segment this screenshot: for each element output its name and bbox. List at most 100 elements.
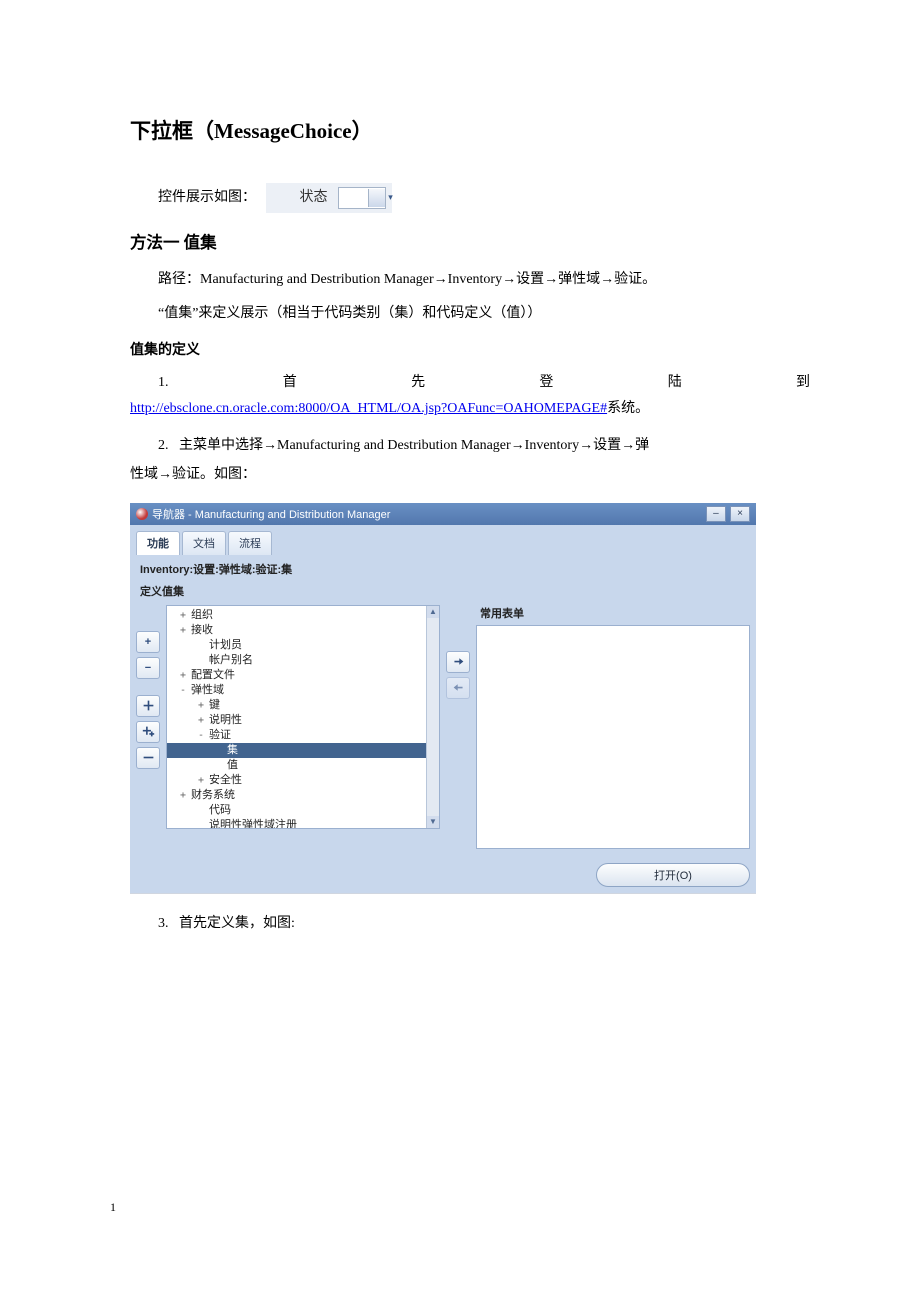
step2-num: 2. bbox=[158, 438, 169, 453]
tree-row[interactable]: -弹性域 bbox=[167, 683, 426, 698]
tree-panel: +组织+接收计划员帐户别名+配置文件-弹性域+键+说明性-验证集值+安全性+财务… bbox=[166, 605, 440, 829]
arrow-right-icon: → bbox=[158, 465, 172, 481]
tree-row[interactable]: 集 bbox=[167, 743, 426, 758]
path-seg2: Inventory bbox=[448, 272, 502, 287]
step1-w1: 首 bbox=[283, 371, 297, 395]
status-dropdown[interactable]: ▾ bbox=[338, 187, 386, 209]
collapse-all-button[interactable] bbox=[136, 747, 160, 769]
status-control: 状态 ▾ bbox=[266, 183, 392, 213]
move-right-button[interactable] bbox=[446, 651, 470, 673]
tab-process[interactable]: 流程 bbox=[228, 531, 272, 555]
tree-label: 组织 bbox=[191, 608, 213, 623]
scroll-down-icon[interactable]: ▼ bbox=[427, 816, 439, 828]
collapse-icon[interactable]: - bbox=[179, 683, 187, 698]
page-title: 下拉框（MessageChoice） bbox=[130, 115, 810, 145]
tree-label: 计划员 bbox=[209, 638, 242, 653]
step2-seg2: Inventory bbox=[525, 438, 579, 453]
tree-label: 配置文件 bbox=[191, 668, 235, 683]
collapse-icon[interactable]: - bbox=[197, 728, 205, 743]
arrow-right-icon: → bbox=[434, 270, 448, 286]
window-titlebar: 导航器 - Manufacturing and Distribution Man… bbox=[130, 503, 756, 525]
left-button-group: + − bbox=[136, 631, 160, 769]
path-seg3: 设置 bbox=[516, 272, 544, 287]
minimize-button[interactable]: – bbox=[706, 506, 726, 522]
step1-w5: 到 bbox=[796, 371, 810, 395]
window-title: 导航器 - Manufacturing and Distribution Man… bbox=[152, 506, 390, 522]
chevron-down-icon: ▾ bbox=[368, 189, 385, 207]
method-heading: 方法一 值集 bbox=[130, 229, 810, 253]
minus-button[interactable]: − bbox=[136, 657, 160, 679]
transfer-button-group bbox=[446, 651, 470, 699]
tree-row[interactable]: + 组织 bbox=[167, 608, 426, 623]
tree-row[interactable]: 值 bbox=[167, 758, 426, 773]
scrollbar[interactable]: ▲ ▼ bbox=[426, 606, 439, 828]
expand-one-button[interactable] bbox=[136, 695, 160, 717]
tree-row[interactable]: -验证 bbox=[167, 728, 426, 743]
tree-row[interactable]: + 配置文件 bbox=[167, 668, 426, 683]
app-icon bbox=[136, 508, 148, 520]
step1-num: 1. bbox=[158, 371, 169, 395]
expand-icon[interactable]: + bbox=[197, 773, 205, 788]
step2-line: 2. 主菜单中选择→Manufacturing and Destribution… bbox=[130, 433, 810, 458]
step2-line2: 性域→验证。如图： bbox=[130, 462, 810, 487]
step1-line1: 1. 首 先 登 陆 到 bbox=[130, 371, 810, 395]
tree-row[interactable]: 帐户别名 bbox=[167, 653, 426, 668]
tree-label: 集 bbox=[227, 743, 238, 758]
scroll-up-icon[interactable]: ▲ bbox=[427, 606, 439, 618]
move-left-button[interactable] bbox=[446, 677, 470, 699]
title-paren-open: （ bbox=[193, 119, 214, 143]
tree-row[interactable]: + 安全性 bbox=[167, 773, 426, 788]
tree-row[interactable]: +接收 bbox=[167, 623, 426, 638]
arrow-right-icon: → bbox=[502, 270, 516, 286]
title-prefix: 下拉框 bbox=[130, 119, 193, 143]
expand-icon[interactable]: + bbox=[197, 713, 205, 728]
arrow-right-icon: → bbox=[579, 436, 593, 452]
step2-line2-pre: 性域 bbox=[130, 467, 158, 482]
close-button[interactable]: × bbox=[730, 506, 750, 522]
arrow-right-icon: → bbox=[600, 270, 614, 286]
open-button[interactable]: 打开(O) bbox=[596, 863, 750, 887]
expand-icon[interactable]: + bbox=[179, 623, 187, 638]
tab-functions[interactable]: 功能 bbox=[136, 531, 180, 555]
expand-icon[interactable]: + bbox=[197, 698, 205, 713]
breadcrumb: Inventory:设置:弹性域:验证:集 bbox=[140, 561, 750, 577]
tree-label: 安全性 bbox=[209, 773, 242, 788]
tree-row[interactable]: 代码 bbox=[167, 803, 426, 818]
step2-seg4pre: 弹 bbox=[635, 438, 649, 453]
intro-text: 控件展示如图： bbox=[158, 190, 256, 205]
tree-row[interactable]: 计划员 bbox=[167, 638, 426, 653]
path-label: 路径： bbox=[158, 272, 200, 287]
tree-label: 帐户别名 bbox=[209, 653, 253, 668]
step1-url[interactable]: http://ebsclone.cn.oracle.com:8000/OA_HT… bbox=[130, 401, 607, 416]
title-en: MessageChoice bbox=[214, 119, 352, 143]
arrow-right-icon: → bbox=[621, 436, 635, 452]
tree-list[interactable]: +组织+接收计划员帐户别名+配置文件-弹性域+键+说明性-验证集值+安全性+财务… bbox=[167, 606, 426, 828]
tree-row[interactable]: + 说明性 bbox=[167, 713, 426, 728]
step3-line: 3. 首先定义集，如图: bbox=[130, 912, 810, 936]
right-pane-label: 常用表单 bbox=[480, 605, 750, 621]
tree-row[interactable]: +财务系统 bbox=[167, 788, 426, 803]
arrow-right-icon: → bbox=[511, 436, 525, 452]
tree-label: 代码 bbox=[209, 803, 231, 818]
step3-text: 首先定义集，如图: bbox=[179, 916, 295, 931]
step2-seg1: Manufacturing and Destribution Manager bbox=[277, 438, 511, 453]
valset-def-heading: 值集的定义 bbox=[130, 339, 810, 359]
step1-line2: http://ebsclone.cn.oracle.com:8000/OA_HT… bbox=[130, 397, 810, 421]
expand-icon[interactable]: + bbox=[179, 608, 187, 623]
tree-row[interactable]: +键 bbox=[167, 698, 426, 713]
expand-icon[interactable]: + bbox=[179, 788, 187, 803]
tab-docs[interactable]: 文档 bbox=[182, 531, 226, 555]
valset-line: “值集”来定义展示（相当于代码类别（集）和代码定义（值）） bbox=[130, 302, 810, 326]
tree-label: 说明性 bbox=[209, 713, 242, 728]
arrow-right-icon: → bbox=[544, 270, 558, 286]
title-paren-close: ） bbox=[352, 119, 373, 143]
path-seg1: Manufacturing and Destribution Manager bbox=[200, 272, 434, 287]
intro-line: 控件展示如图： 状态 ▾ bbox=[130, 183, 810, 213]
tree-label: 键 bbox=[209, 698, 220, 713]
plus-button[interactable]: + bbox=[136, 631, 160, 653]
step3-num: 3. bbox=[158, 916, 169, 931]
tree-row[interactable]: 说明性弹性域注册 bbox=[167, 818, 426, 828]
navigator-window: 导航器 - Manufacturing and Distribution Man… bbox=[130, 503, 756, 894]
expand-all-button[interactable] bbox=[136, 721, 160, 743]
expand-icon[interactable]: + bbox=[179, 668, 187, 683]
